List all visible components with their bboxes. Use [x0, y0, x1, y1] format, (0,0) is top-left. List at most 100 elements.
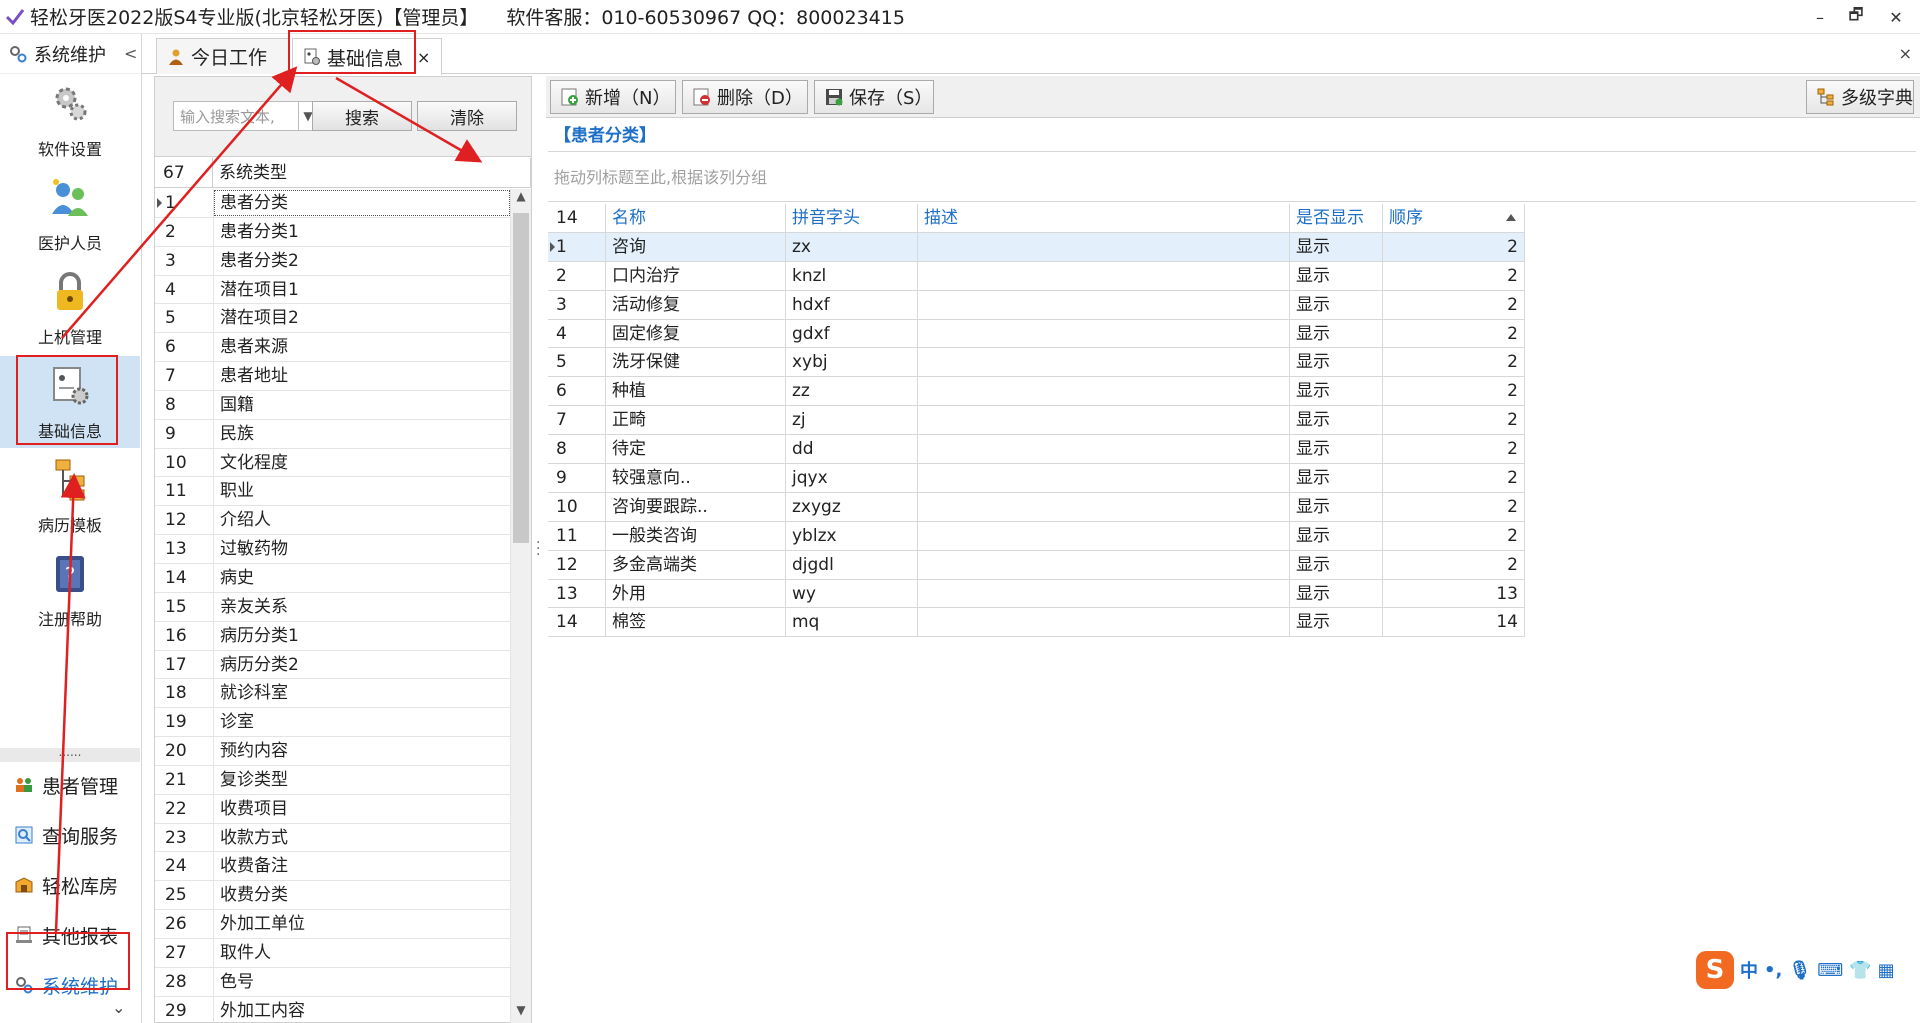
search-button[interactable]: 搜索 [312, 101, 412, 131]
table-row[interactable]: 13 外用 wy 显示 13 [548, 579, 1525, 609]
cell-visible[interactable]: 显示 [1290, 492, 1383, 522]
table-row[interactable]: 5 洗牙保健 xybj 显示 2 [548, 348, 1525, 378]
cell-description[interactable] [918, 377, 1290, 407]
cell-pinyin[interactable]: knzl [786, 261, 918, 291]
table-row[interactable]: 1 咨询 zx 显示 2 [548, 232, 1525, 262]
close-button[interactable]: ✕ [1876, 0, 1916, 34]
tab-today-work[interactable]: 今日工作 [156, 38, 290, 74]
tab-basic-info[interactable]: 基础信息 × [292, 38, 442, 75]
cell-pinyin[interactable]: hdxf [786, 290, 918, 320]
cell-visible[interactable]: 显示 [1290, 406, 1383, 436]
cell-pinyin[interactable]: xybj [786, 348, 918, 378]
list-item[interactable]: 1 患者分类 [155, 189, 511, 218]
table-row[interactable]: 9 较强意向.. jqyx 显示 2 [548, 464, 1525, 493]
column-header-order[interactable]: 顺序 [1383, 204, 1525, 233]
column-header-system-type[interactable]: 系统类型 [213, 158, 531, 187]
cell-order[interactable]: 2 [1383, 319, 1525, 349]
cell-visible[interactable]: 显示 [1290, 608, 1383, 638]
list-item[interactable]: 17 病历分类2 [155, 650, 511, 680]
cell-visible[interactable]: 显示 [1290, 377, 1383, 407]
list-item[interactable]: 9 民族 [155, 419, 511, 449]
scroll-down-icon[interactable]: ▼ [511, 1003, 531, 1023]
microphone-icon[interactable]: 🎙 [1788, 960, 1811, 981]
list-item[interactable]: 18 就诊科室 [155, 679, 511, 709]
list-item[interactable]: 24 收费备注 [155, 852, 511, 882]
column-header-description[interactable]: 描述 [918, 204, 1290, 233]
keyboard-icon[interactable]: ⌨ [1817, 960, 1843, 981]
nav-item-medical-staff[interactable]: 医护人员 [0, 168, 140, 260]
cell-description[interactable] [918, 464, 1290, 493]
column-header-visible[interactable]: 是否显示 [1290, 204, 1383, 233]
cell-description[interactable] [918, 608, 1290, 638]
cell-visible[interactable]: 显示 [1290, 435, 1383, 465]
scroll-thumb[interactable] [513, 213, 529, 543]
cell-visible[interactable]: 显示 [1290, 579, 1383, 609]
nav-item-record-template[interactable]: 病历模板 [0, 450, 140, 542]
cell-name[interactable]: 较强意向.. [606, 464, 786, 493]
collapse-chevron-icon[interactable]: < [124, 44, 137, 63]
nav-item-register-help[interactable]: ? 注册帮助 [0, 544, 140, 636]
cell-name[interactable]: 咨询要跟踪.. [606, 492, 786, 522]
list-item[interactable]: 12 介绍人 [155, 506, 511, 536]
cell-name[interactable]: 外用 [606, 579, 786, 609]
list-item[interactable]: 27 取件人 [155, 938, 511, 968]
table-row[interactable]: 11 一般类咨询 yblzx 显示 2 [548, 521, 1525, 551]
cell-pinyin[interactable]: mq [786, 608, 918, 638]
cell-visible[interactable]: 显示 [1290, 319, 1383, 349]
minimize-button[interactable]: – [1800, 0, 1840, 34]
list-item[interactable]: 26 外加工单位 [155, 910, 511, 939]
cell-name[interactable]: 棉签 [606, 608, 786, 638]
cell-name[interactable]: 洗牙保健 [606, 348, 786, 378]
panel-splitter[interactable]: · · · [536, 536, 540, 562]
cell-description[interactable] [918, 521, 1290, 551]
cell-pinyin[interactable]: zxygz [786, 492, 918, 522]
nav-item-software-settings[interactable]: 软件设置 [0, 74, 140, 166]
table-row[interactable]: 6 种植 zz 显示 2 [548, 377, 1525, 407]
nav-item-query-service[interactable]: 查询服务 [0, 812, 140, 858]
list-item[interactable]: 20 预约内容 [155, 737, 511, 766]
cell-order[interactable]: 13 [1383, 579, 1525, 609]
cell-order[interactable]: 2 [1383, 290, 1525, 320]
list-item[interactable]: 11 职业 [155, 477, 511, 507]
list-item[interactable]: 25 收费分类 [155, 881, 511, 911]
table-row[interactable]: 3 活动修复 hdxf 显示 2 [548, 290, 1525, 320]
list-item[interactable]: 19 诊室 [155, 708, 511, 738]
cell-order[interactable]: 2 [1383, 492, 1525, 522]
nav-splitter[interactable]: ...... [0, 746, 140, 762]
list-item[interactable]: 10 文化程度 [155, 448, 511, 478]
cell-visible[interactable]: 显示 [1290, 290, 1383, 320]
cell-name[interactable]: 咨询 [606, 232, 786, 262]
add-button[interactable]: 新增（N） [550, 80, 676, 114]
cell-order[interactable]: 2 [1383, 464, 1525, 493]
cell-name[interactable]: 活动修复 [606, 290, 786, 320]
cell-order[interactable]: 2 [1383, 550, 1525, 580]
multi-level-dict-button[interactable]: 多级字典 [1806, 80, 1914, 114]
nav-item-basic-info[interactable]: 基础信息 [0, 356, 140, 448]
list-item[interactable]: 4 潜在项目1 [155, 275, 511, 305]
list-item[interactable]: 28 色号 [155, 967, 511, 997]
list-item[interactable]: 16 病历分类1 [155, 621, 511, 651]
tab-close-icon[interactable]: × [417, 48, 430, 67]
list-item[interactable]: 14 病史 [155, 563, 511, 593]
cell-description[interactable] [918, 579, 1290, 609]
close-all-tabs-icon[interactable]: × [1899, 44, 1912, 63]
cell-description[interactable] [918, 290, 1290, 320]
list-item[interactable]: 29 外加工内容 [155, 996, 511, 1023]
list-item[interactable]: 23 收款方式 [155, 823, 511, 853]
list-item[interactable]: 6 患者来源 [155, 333, 511, 363]
cell-order[interactable]: 2 [1383, 348, 1525, 378]
list-item[interactable]: 21 复诊类型 [155, 765, 511, 795]
delete-button[interactable]: 删除（D） [682, 80, 808, 114]
cell-visible[interactable]: 显示 [1290, 232, 1383, 262]
cell-name[interactable]: 种植 [606, 377, 786, 407]
cell-pinyin[interactable]: wy [786, 579, 918, 609]
cell-pinyin[interactable]: gdxf [786, 319, 918, 349]
cell-visible[interactable]: 显示 [1290, 261, 1383, 291]
nav-item-other-reports[interactable]: 其他报表 [0, 912, 140, 958]
cell-order[interactable]: 14 [1383, 608, 1525, 638]
cell-visible[interactable]: 显示 [1290, 348, 1383, 378]
cell-description[interactable] [918, 406, 1290, 436]
cell-name[interactable]: 固定修复 [606, 319, 786, 349]
list-item[interactable]: 13 过敏药物 [155, 535, 511, 564]
list-item[interactable]: 5 潜在项目2 [155, 304, 511, 334]
